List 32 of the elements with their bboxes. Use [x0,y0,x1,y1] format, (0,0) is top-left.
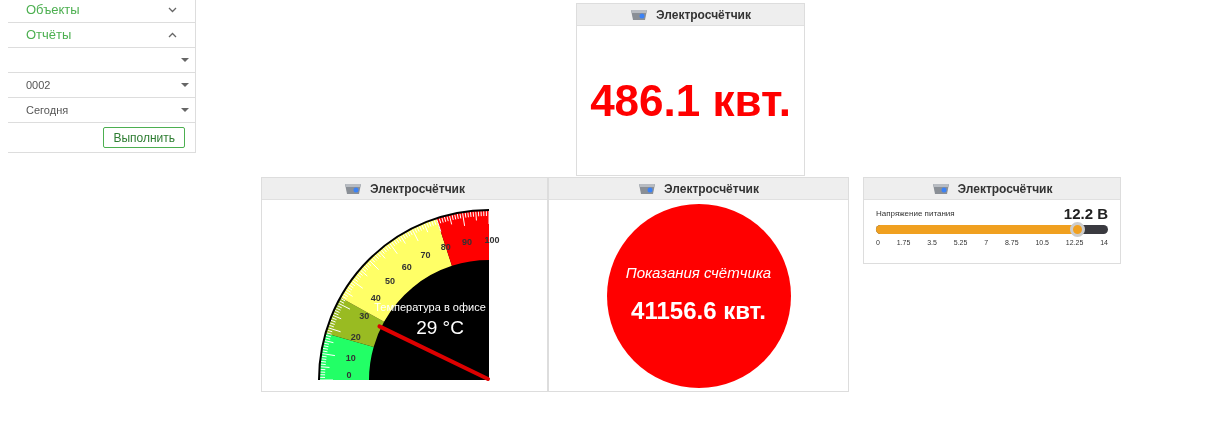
dropdown-caret-icon [181,58,189,62]
gauge-tick-label: 20 [350,331,361,342]
meter-icon [931,181,950,196]
dropdown-caret-icon [181,108,189,112]
gauge-reading: 29 °C [416,317,464,338]
slider-label: Напряжение питания [876,208,955,220]
circle-label: Показания счётчика [625,263,772,284]
circle-value: 41156.6 квт. [631,295,766,326]
sidebar-item[interactable]: Отчёты [8,23,195,48]
sidebar-item[interactable]: Объекты [8,0,195,23]
slider-reading: 12.2 В [1063,206,1108,221]
gauge-tick-label: 30 [359,311,370,322]
meter-icon [630,7,648,22]
widget-title: Электросчётчик [370,180,465,198]
meter-icon [344,181,362,196]
slider-thumb[interactable] [1070,222,1086,237]
widget-title: Электросчётчик [656,6,751,24]
gauge-tick-label: 70 [420,250,431,261]
run-button[interactable]: Выполнить [103,127,185,148]
gauge-tick-label: 60 [401,261,412,272]
select-field[interactable]: 0002 [8,73,195,98]
gauge-tick-label: 50 [385,276,395,286]
gauge-tick-label: 90 [462,236,473,247]
gauge-tick-label: 10 [345,353,356,364]
gauge-tick-label: 40 [370,292,381,303]
select-field[interactable]: Сегодня [8,98,195,123]
dropdown-caret-icon [181,83,189,87]
widget-title: Электросчётчик [957,180,1053,198]
widget-title: Электросчётчик [664,180,759,198]
meter-icon [638,181,656,196]
gauge-tick-label: 0 [346,370,352,380]
meter-value: 486.1 квт. [590,74,791,127]
